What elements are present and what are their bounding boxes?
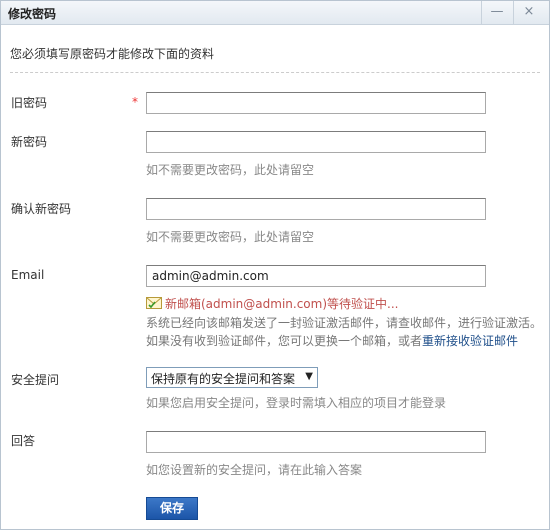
dashed-divider [10,72,540,73]
change-password-dialog: 修改密码 — × 您必须填写原密码才能修改下面的资料 旧密码 * 新密码 如不需… [0,0,550,530]
old-password-label: 旧密码 [11,96,48,110]
answer-label: 回答 [11,434,36,448]
confirm-password-label: 确认新密码 [11,202,72,216]
security-question-label: 安全提问 [11,373,60,387]
security-question-selected: 保持原有的安全提问和答案 [151,372,296,386]
dialog-title: 修改密码 [8,7,57,21]
intro-text: 您必须填写原密码才能修改下面的资料 [10,47,215,61]
security-question-hint: 如果您启用安全提问，登录时需填入相应的项目才能登录 [146,396,447,410]
answer-input[interactable] [146,431,486,453]
dropdown-arrow-icon: ▼ [305,371,313,382]
confirm-password-hint: 如不需要更改密码，此处请留空 [146,230,315,244]
mail-icon [146,297,162,309]
dialog-titlebar: 修改密码 — × [1,1,549,25]
resend-verification-link[interactable]: 重新接收验证邮件 [422,334,518,348]
confirm-password-input[interactable] [146,198,486,220]
email-input[interactable] [146,265,486,287]
email-pending-status: 新邮箱(admin@admin.com)等待验证中... [146,295,398,312]
email-pending-text: 新邮箱(admin@admin.com)等待验证中... [165,297,399,311]
required-mark: * [132,95,138,109]
email-notice-line1: 系统已经向该邮箱发送了一封验证激活邮件，请查收邮件，进行验证激活。 [146,316,543,330]
save-button[interactable]: 保存 [146,497,198,520]
new-password-label: 新密码 [11,135,48,149]
new-password-hint: 如不需要更改密码，此处请留空 [146,163,315,177]
email-label: Email [11,268,45,282]
email-notice-line2: 如果没有收到验证邮件，您可以更换一个邮箱，或者重新接收验证邮件 [146,332,518,349]
new-password-input[interactable] [146,131,486,153]
close-button[interactable]: × [513,1,544,24]
minimize-button[interactable]: — [481,1,512,24]
old-password-input[interactable] [146,92,486,114]
email-notice-text: 如果没有收到验证邮件，您可以更换一个邮箱，或者 [146,334,423,348]
security-question-select[interactable]: 保持原有的安全提问和答案 ▼ [146,367,318,388]
answer-hint: 如您设置新的安全提问，请在此输入答案 [146,463,363,477]
